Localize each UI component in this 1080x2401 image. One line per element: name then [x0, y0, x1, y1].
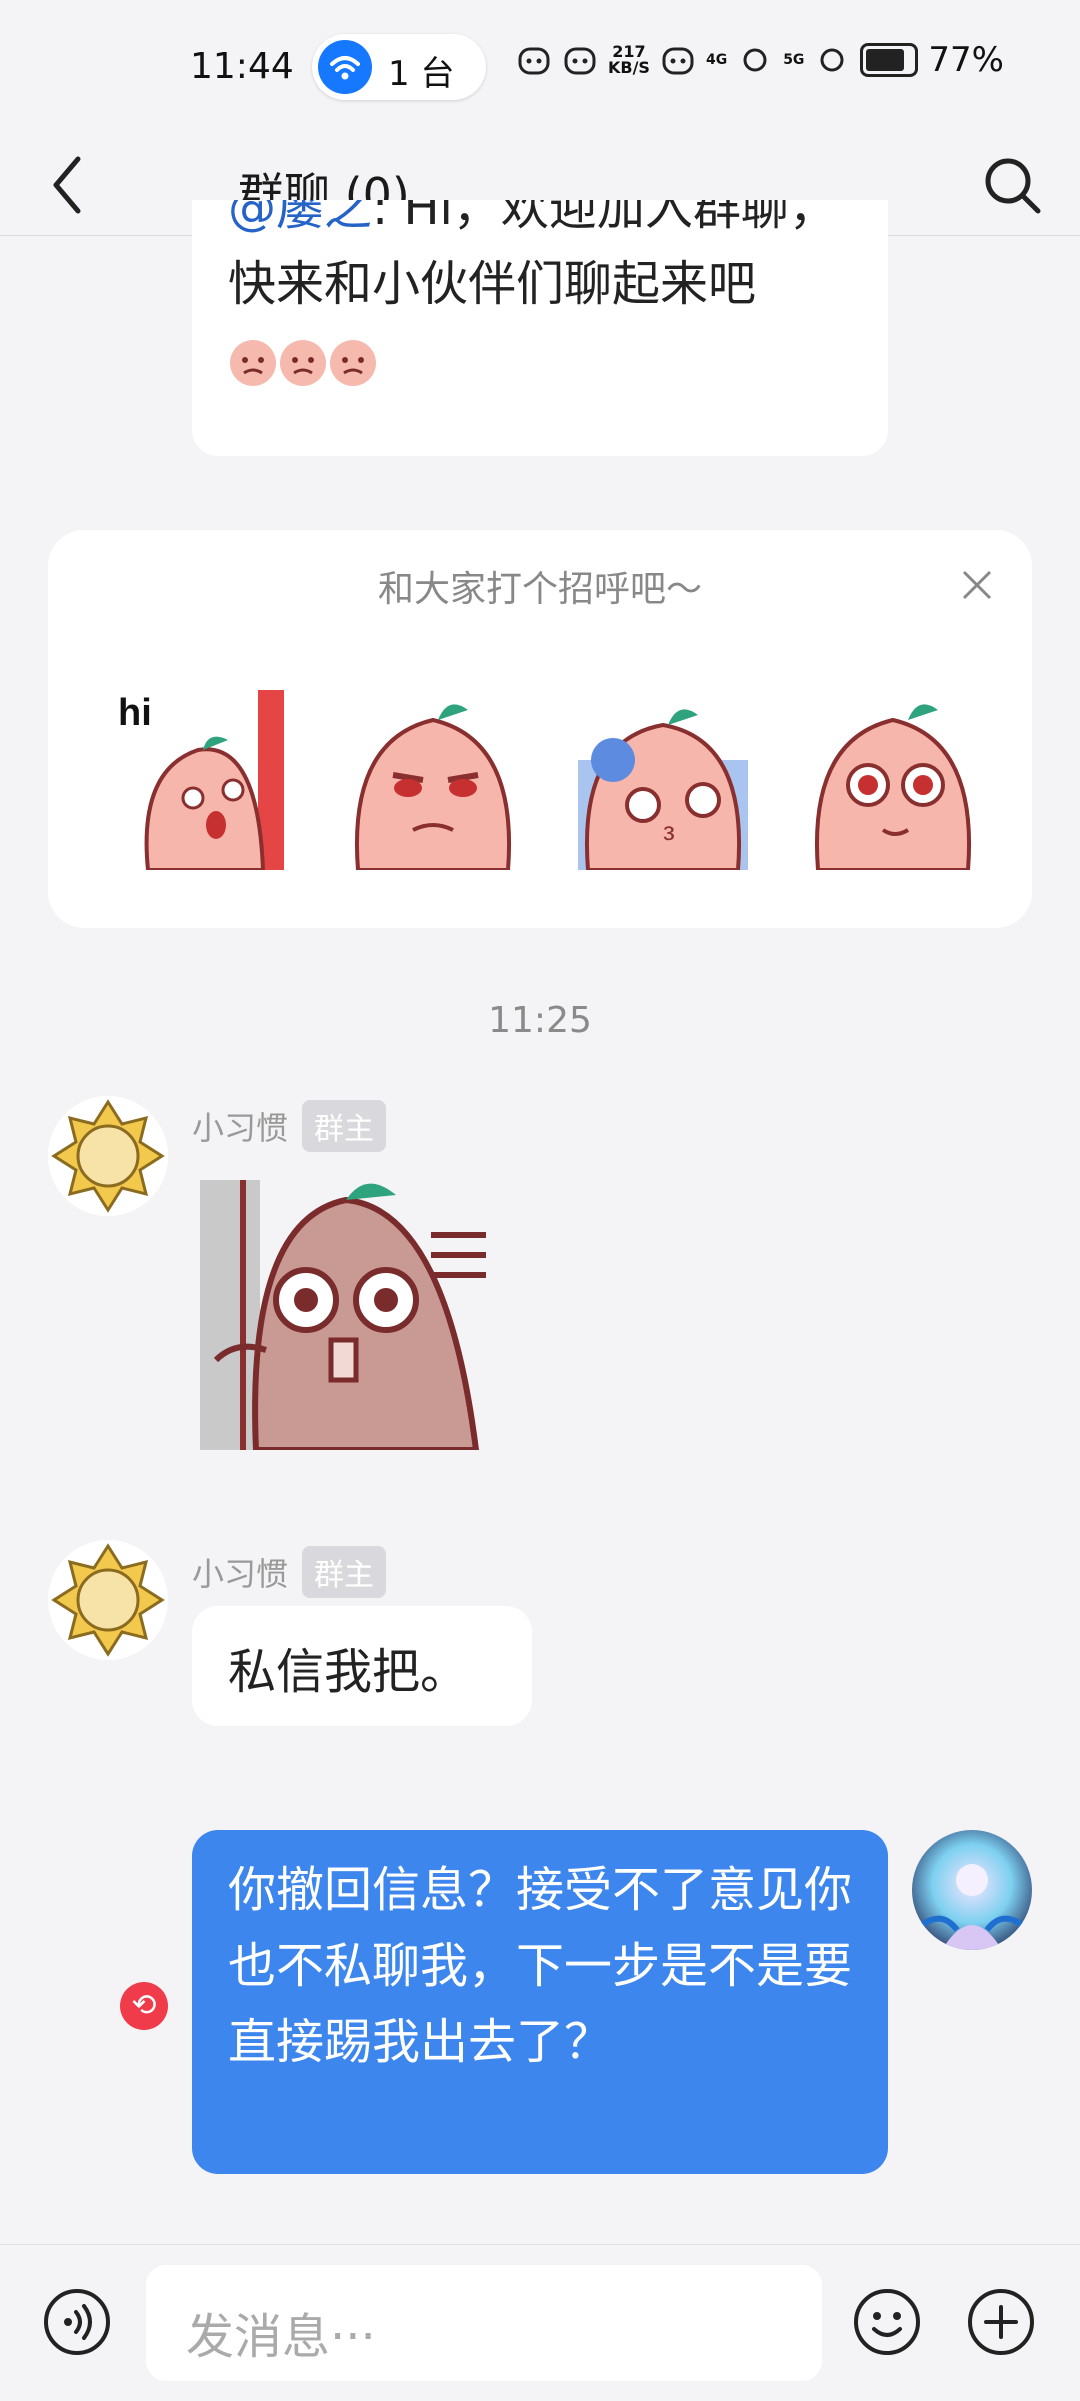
- pet-status-icon: [518, 47, 550, 75]
- greeting-sticker-row: hi з: [108, 680, 988, 870]
- wifi-hotspot-icon: [318, 40, 372, 94]
- status-time: 11:44: [190, 46, 294, 87]
- pet-status-icon: [662, 47, 694, 75]
- sticker-kiss[interactable]: з: [568, 680, 758, 870]
- signal-icon: [743, 48, 767, 72]
- my-message-bubble[interactable]: 你撤回信息？接受不了意见你也不私聊我，下一步是不是要直接踢我出去了？: [192, 1830, 888, 2174]
- sender-info: 小习惯 群主: [192, 1546, 387, 1598]
- svg-text:з: з: [663, 816, 675, 846]
- greeting-card: 和大家打个招呼吧～ hi з: [48, 530, 1032, 928]
- message-text: @屡之: Hi，欢迎加入群聊，快来和小伙伴们聊起来吧: [228, 200, 868, 398]
- input-bar: 发消息···: [0, 2244, 1080, 2401]
- svg-text:hi: hi: [118, 692, 152, 734]
- message-input[interactable]: 发消息···: [146, 2265, 822, 2381]
- sender-name: 小习惯: [192, 1109, 289, 1147]
- owner-badge: 群主: [302, 1100, 387, 1152]
- message-input-placeholder: 发消息···: [186, 2309, 376, 2365]
- hotspot-device-count: 1 台: [388, 54, 455, 94]
- emoji-icon[interactable]: [852, 2287, 922, 2357]
- signal-4g-label: 4G: [705, 52, 728, 68]
- battery-icon: [860, 43, 919, 77]
- chat-timestamp: 11:25: [488, 1000, 592, 1041]
- network-speed: 217 KB/S: [607, 42, 650, 77]
- recall-failed-icon[interactable]: ⟲: [120, 1982, 168, 2030]
- sender-avatar[interactable]: [48, 1096, 168, 1216]
- sender-name: 小习惯: [192, 1555, 289, 1593]
- sticker-puppy-eyes[interactable]: [798, 680, 988, 870]
- sticker-hi[interactable]: hi: [108, 680, 298, 870]
- close-icon[interactable]: [960, 568, 994, 602]
- sender-avatar[interactable]: [48, 1540, 168, 1660]
- search-icon[interactable]: [980, 153, 1044, 217]
- hotspot-indicator[interactable]: 1 台: [312, 34, 486, 100]
- message-text: 私信我把。: [228, 1644, 469, 1700]
- battery-percent: 77%: [928, 40, 1004, 80]
- pet-status-icon: [564, 47, 596, 75]
- message-bubble-welcome[interactable]: @屡之: Hi，欢迎加入群聊，快来和小伙伴们聊起来吧: [192, 200, 888, 456]
- sticker-peeking[interactable]: [196, 1170, 506, 1450]
- signal-5g-label: 5G: [783, 52, 805, 68]
- back-arrow-icon[interactable]: [46, 135, 90, 235]
- crying-emoji-icon: [230, 340, 376, 386]
- sender-info: 小习惯 群主: [192, 1100, 387, 1152]
- voice-input-icon[interactable]: [42, 2287, 112, 2357]
- plus-icon[interactable]: [966, 2287, 1036, 2357]
- greeting-title: 和大家打个招呼吧～: [377, 569, 702, 610]
- status-icons: 217 KB/S 4G 5G 77%: [516, 40, 1004, 80]
- owner-badge: 群主: [302, 1546, 387, 1598]
- status-bar: 11:44 1 台 217 KB/S 4G 5G 77%: [0, 0, 1080, 135]
- message-bubble[interactable]: 私信我把。: [192, 1606, 532, 1726]
- sticker-smirk[interactable]: [338, 680, 528, 870]
- my-avatar[interactable]: [912, 1830, 1032, 1950]
- mention-link[interactable]: @屡之: [228, 200, 372, 236]
- message-text: 你撤回信息？接受不了意见你也不私聊我，下一步是不是要直接踢我出去了？: [228, 1862, 853, 2070]
- signal-icon: [820, 48, 844, 72]
